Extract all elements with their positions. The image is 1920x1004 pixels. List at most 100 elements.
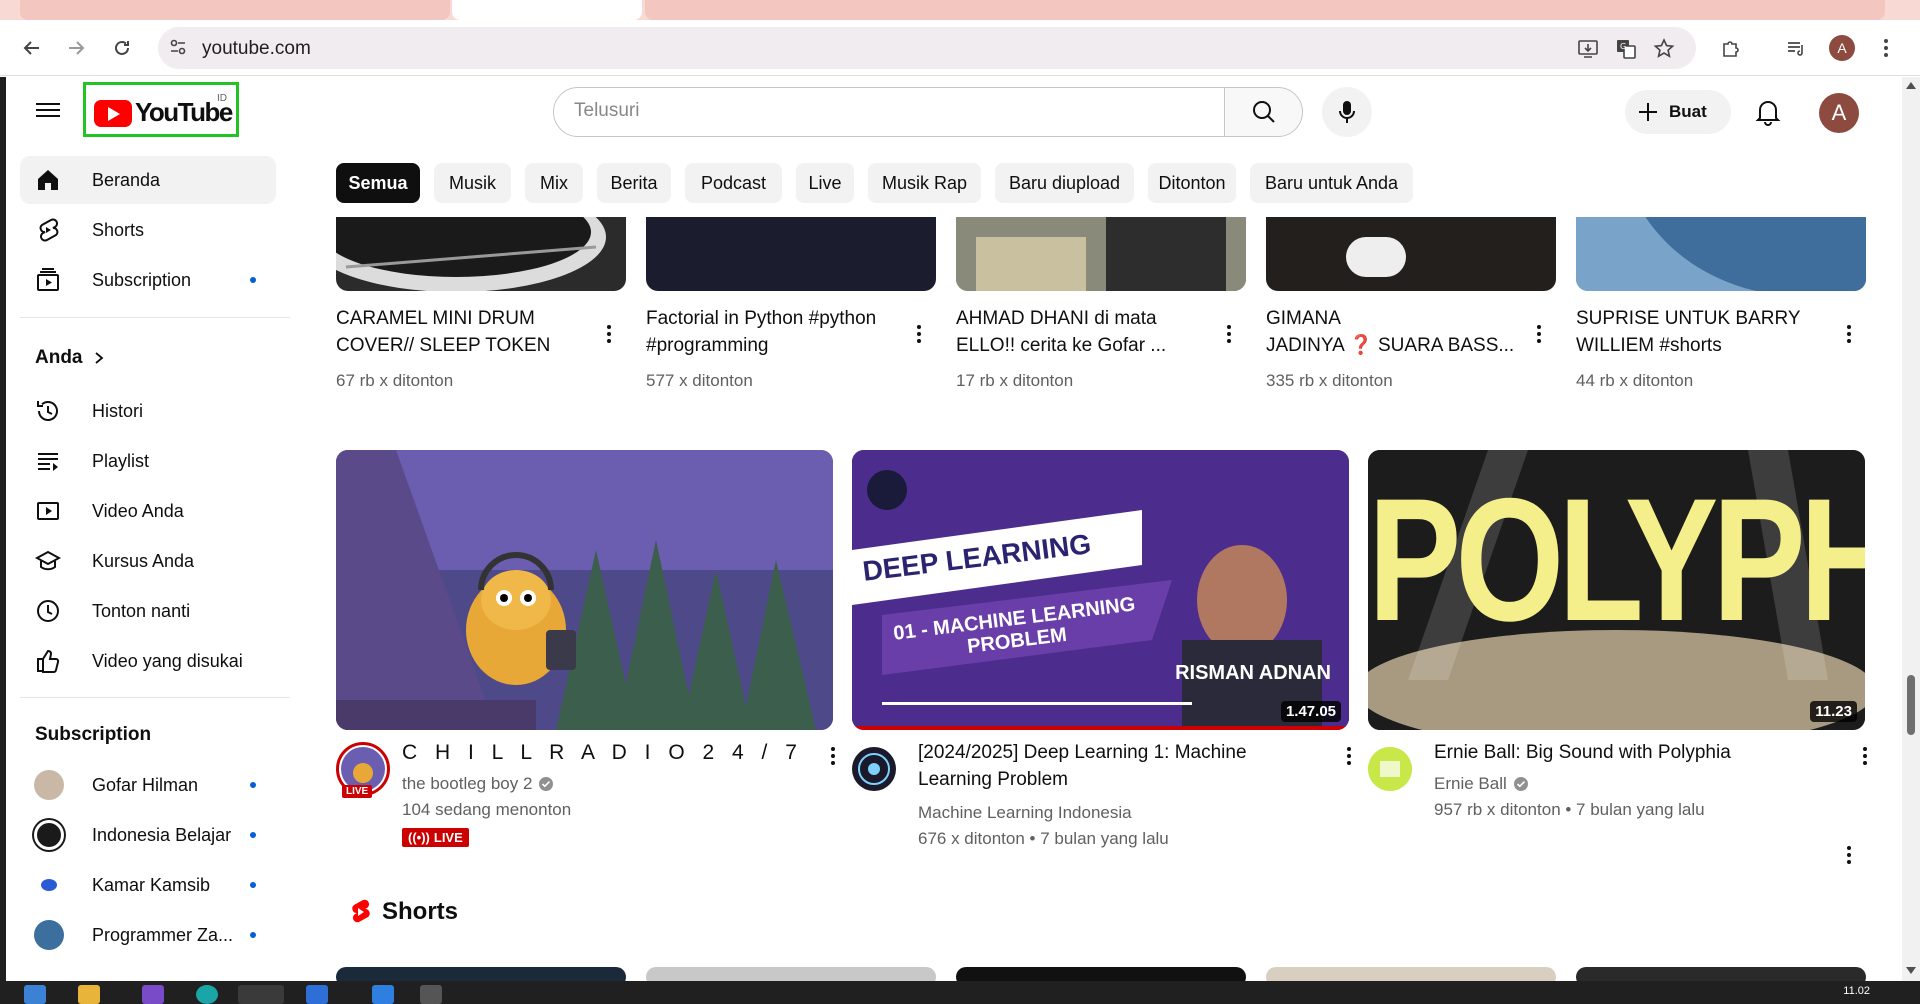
back-button[interactable] [18,34,46,62]
video-title[interactable]: GIMANA JADINYA ❓ SUARA BASS... [1266,305,1516,359]
voice-search-button[interactable] [1322,87,1372,137]
search-box[interactable] [553,87,1225,137]
chip-mix[interactable]: Mix [525,163,583,203]
chip-watched[interactable]: Ditonton [1148,163,1236,203]
sidebar-channel-gofar-hilman[interactable]: Gofar Hilman [20,761,276,809]
sidebar-item-playlist[interactable]: Playlist [20,437,276,485]
search-button[interactable] [1224,87,1303,137]
create-button[interactable]: Buat [1625,90,1731,134]
chip-news[interactable]: Berita [597,163,671,203]
chip-live[interactable]: Live [796,163,854,203]
notifications-button[interactable] [1751,95,1785,129]
sidebar-item-shorts[interactable]: Shorts [20,206,276,254]
app-icon[interactable] [420,985,442,1004]
sidebar-item-courses[interactable]: Kursus Anda [20,537,276,585]
short-thumbnail[interactable] [1266,967,1556,981]
video-thumbnail[interactable] [956,217,1246,291]
browser-tab[interactable] [645,0,1885,20]
channel-name-row[interactable]: Ernie Ball [1434,771,1529,797]
video-menu-button[interactable] [909,321,929,347]
sidebar-channel-indonesia-belajar[interactable]: Indonesia Belajar [20,811,276,859]
chrome-taskbar-icon[interactable] [238,985,284,1004]
scroll-up-arrow-icon[interactable] [1906,82,1916,89]
sidebar-item-history[interactable]: Histori [20,387,276,435]
chip-recently-uploaded[interactable]: Baru diupload [995,163,1134,203]
video-menu-button[interactable] [1339,743,1359,769]
taskbar-clock[interactable]: 11.02 [1843,985,1870,997]
account-avatar[interactable]: A [1819,93,1859,133]
reload-button[interactable] [108,34,136,62]
search-input[interactable] [574,100,1174,122]
short-thumbnail[interactable] [336,967,626,981]
video-menu-button[interactable] [823,743,843,769]
video-title[interactable]: SUPRISE UNTUK BARRY WILLIEM #shorts [1576,305,1826,359]
video-thumbnail[interactable] [336,217,626,291]
video-thumbnail[interactable]: POLYPHIA 11.23 [1368,450,1865,730]
install-app-icon[interactable] [1576,37,1600,61]
video-title[interactable]: [2024/2025] Deep Learning 1: Machine Lea… [918,739,1338,793]
video-title[interactable]: AHMAD DHANI di mata ELLO!! cerita ke Gof… [956,305,1206,359]
video-title[interactable]: CARAMEL MINI DRUM COVER// SLEEP TOKEN [336,305,586,359]
channel-name[interactable]: Machine Learning Indonesia [918,800,1132,826]
channel-name[interactable]: the bootleg boy 2 [402,771,532,797]
app-icon[interactable] [196,985,218,1004]
page-scrollbar[interactable] [1902,77,1920,981]
sidebar-you-heading[interactable]: Anda [35,347,105,369]
extensions-button[interactable] [1717,34,1745,62]
profile-button[interactable]: A [1828,34,1856,62]
guide-menu-button[interactable] [36,99,62,125]
address-url[interactable]: youtube.com [202,38,311,60]
channel-avatar[interactable] [852,747,896,791]
chip-all[interactable]: Semua [336,163,420,203]
plus-icon [1639,103,1657,121]
sidebar-item-subscriptions[interactable]: Subscription [20,256,276,304]
forward-button[interactable] [62,34,90,62]
video-thumbnail[interactable]: DEEP LEARNING 01 - MACHINE LEARNING PROB… [852,450,1349,730]
start-button-icon[interactable] [24,985,46,1004]
youtube-logo[interactable]: YouTube ID [83,82,239,137]
video-menu-button[interactable] [599,321,619,347]
app-icon[interactable] [372,985,394,1004]
video-thumbnail[interactable] [336,450,833,730]
sidebar-channel-programmer-zaman-now[interactable]: Programmer Za... [20,911,276,959]
short-thumbnail[interactable] [646,967,936,981]
sidebar-item-watch-later[interactable]: Tonton nanti [20,587,276,635]
channel-name[interactable]: Ernie Ball [1434,771,1507,797]
file-explorer-icon[interactable] [78,985,100,1004]
video-menu-button[interactable] [1529,321,1549,347]
video-menu-button[interactable] [1855,743,1875,769]
chip-podcast[interactable]: Podcast [685,163,782,203]
app-icon[interactable] [142,985,164,1004]
short-thumbnail[interactable] [1576,967,1866,981]
scrollbar-thumb[interactable] [1907,675,1915,735]
video-menu-button[interactable] [1839,321,1859,347]
chip-rap-music[interactable]: Musik Rap [868,163,981,203]
bookmark-star-icon[interactable] [1652,37,1676,61]
browser-tab[interactable] [20,0,450,20]
app-icon[interactable] [306,985,328,1004]
sidebar-item-liked-videos[interactable]: Video yang disukai [20,637,276,685]
short-thumbnail[interactable] [956,967,1246,981]
video-title[interactable]: Ernie Ball: Big Sound with Polyphia [1434,739,1854,766]
translate-icon[interactable]: G [1614,37,1638,61]
sidebar-channel-kamar-kamsib[interactable]: Kamar Kamsib [20,861,276,909]
chip-new-to-you[interactable]: Baru untuk Anda [1250,163,1413,203]
profile-avatar[interactable]: A [1829,35,1855,61]
video-thumbnail[interactable] [646,217,936,291]
video-title[interactable]: C H I L L R A D I O 2 4 / 7 [402,739,822,766]
channel-name-row[interactable]: the bootleg boy 2 [402,771,554,797]
sidebar-item-your-videos[interactable]: Video Anda [20,487,276,535]
chip-music[interactable]: Musik [434,163,511,203]
video-menu-button[interactable] [1219,321,1239,347]
shorts-menu-button[interactable] [1839,842,1859,868]
address-bar[interactable]: youtube.com G [158,27,1696,69]
video-thumbnail[interactable] [1266,217,1556,291]
media-control-button[interactable] [1782,34,1810,62]
channel-avatar[interactable] [1368,747,1412,791]
scroll-down-arrow-icon[interactable] [1906,967,1916,974]
sidebar-item-home[interactable]: Beranda [20,156,276,204]
video-title[interactable]: Factorial in Python #python #programming [646,305,906,359]
browser-menu-button[interactable] [1872,34,1900,62]
browser-tab-active[interactable] [452,0,642,20]
video-thumbnail[interactable] [1576,217,1866,291]
